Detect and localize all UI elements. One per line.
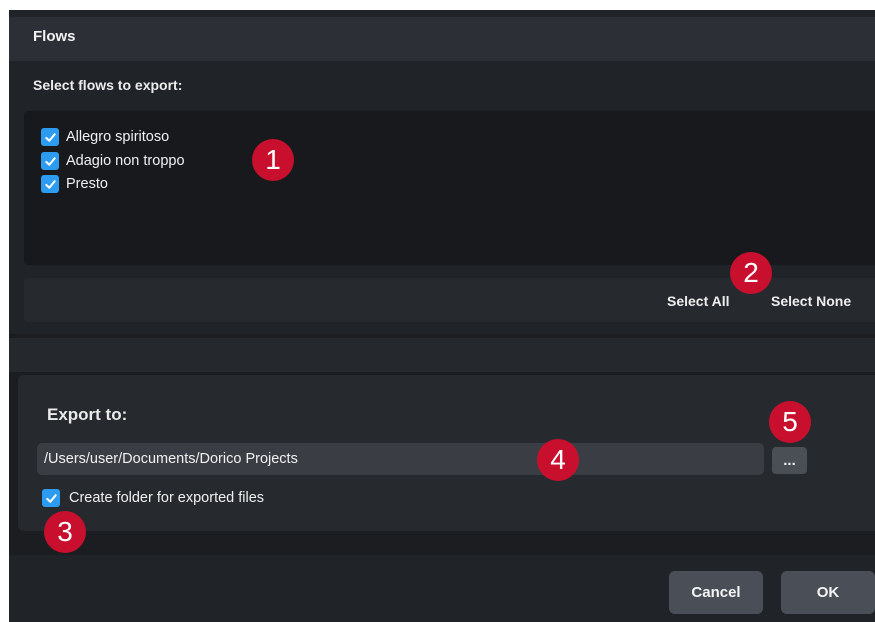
checkbox-checked-icon[interactable]	[42, 489, 60, 507]
select-all-button[interactable]: Select All	[667, 293, 730, 309]
callout-2: 2	[730, 252, 772, 294]
create-folder-checkbox[interactable]: Create folder for exported files	[42, 488, 264, 508]
flow-item-presto[interactable]: Presto	[41, 174, 108, 194]
cancel-button[interactable]: Cancel	[669, 571, 763, 614]
ok-button[interactable]: OK	[781, 571, 875, 614]
checkbox-checked-icon[interactable]	[41, 152, 59, 170]
flow-item-label: Allegro spiritoso	[66, 129, 170, 145]
export-path-field[interactable]: /Users/user/Documents/Dorico Projects	[37, 443, 764, 475]
flow-item-allegro[interactable]: Allegro spiritoso	[41, 127, 169, 147]
callout-1: 1	[252, 139, 294, 181]
flows-sublabel: Select flows to export:	[33, 77, 183, 93]
flow-item-label: Presto	[66, 176, 108, 192]
export-path-value: /Users/user/Documents/Dorico Projects	[44, 451, 298, 467]
checkbox-checked-icon[interactable]	[41, 128, 59, 146]
browse-button[interactable]: ...	[772, 447, 807, 474]
create-folder-label: Create folder for exported files	[69, 490, 265, 506]
checkbox-checked-icon[interactable]	[41, 175, 59, 193]
flows-title: Flows	[33, 28, 76, 45]
section-divider	[9, 338, 875, 372]
flow-item-label: Adagio non troppo	[66, 153, 185, 169]
flow-item-adagio[interactable]: Adagio non troppo	[41, 151, 185, 171]
export-title: Export to:	[47, 405, 128, 424]
callout-3: 3	[44, 511, 86, 553]
callout-5: 5	[769, 401, 811, 443]
select-none-button[interactable]: Select None	[771, 293, 851, 309]
flows-header	[9, 17, 875, 61]
callout-4: 4	[537, 439, 579, 481]
